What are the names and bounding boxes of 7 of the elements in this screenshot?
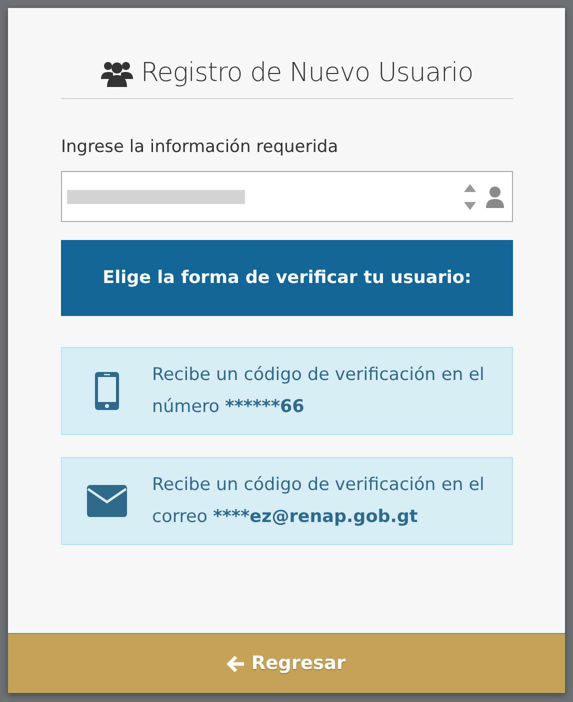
- verification-option[interactable]: Recibe un código de verificación en el número ******66: [61, 347, 513, 435]
- option-text: Recibe un código de verificación en el número ******66: [152, 364, 486, 419]
- verification-option[interactable]: Recibe un código de verificación en el correo ****ez@renap.gob.gt: [61, 457, 513, 545]
- field-label: Ingrese la información requerida: [61, 137, 340, 157]
- page-title: Registro de Nuevo Usuario: [140, 58, 474, 88]
- instruction-banner: Elige la forma de verificar tu usuario:: [61, 240, 513, 316]
- option-text: Recibe un código de verificación en el correo ****ez@renap.gob.gt: [152, 474, 486, 529]
